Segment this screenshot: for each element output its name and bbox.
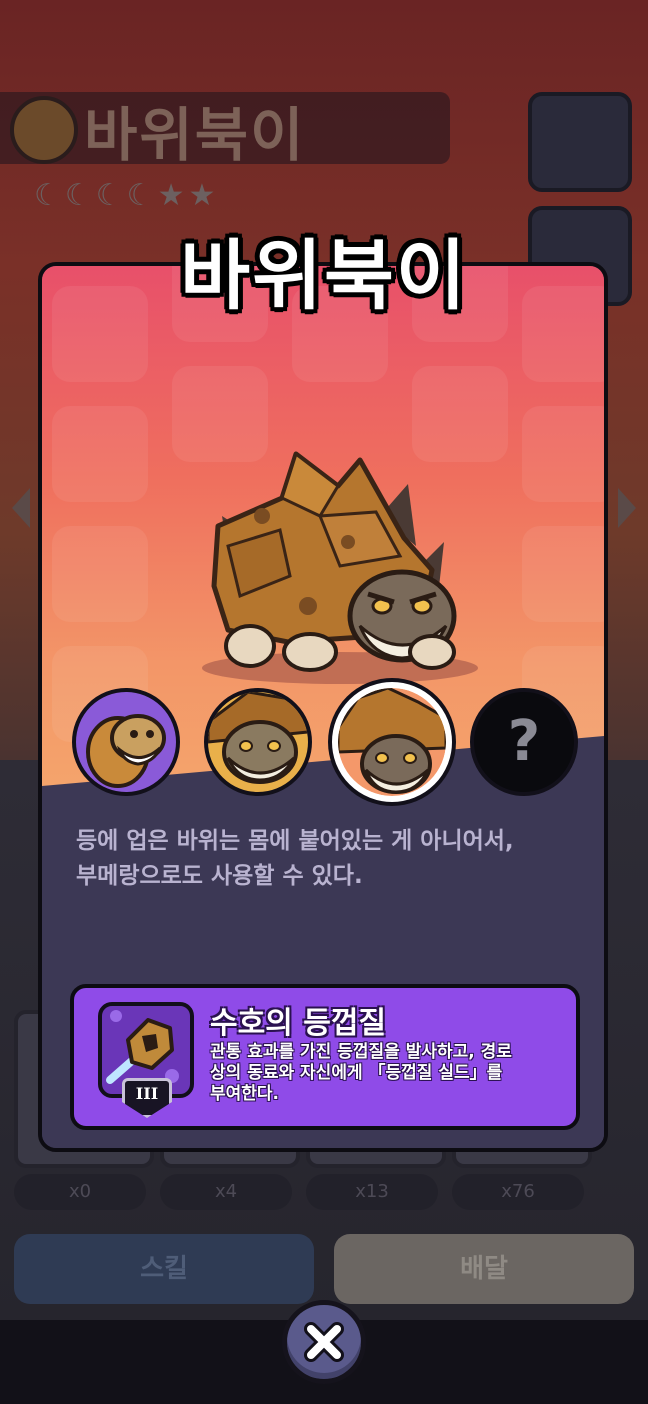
skill-name: 수호의 등껍질: [210, 1006, 387, 1041]
background-title-badge: [10, 96, 78, 164]
rock-turtle-portrait-icon: [338, 688, 446, 794]
background-skill-button: 스킬: [14, 1234, 314, 1304]
close-icon: [304, 1322, 344, 1362]
question-mark-icon: ?: [507, 709, 541, 774]
background-side-slot-1: [528, 92, 632, 192]
character-name-title: 바위북이: [180, 231, 468, 320]
young-turtle-portrait-icon: [208, 692, 308, 784]
skill-rank-badge: III: [122, 1078, 172, 1118]
background-title: 바위북이: [84, 101, 306, 169]
portrait-stage-1[interactable]: [72, 688, 180, 796]
background-star-rating: ☾☾☾☾★★: [34, 178, 220, 213]
skill-card[interactable]: III 수호의 등껍질 관통 효과를 가진 등껍질을 발사하고, 경로 상의 동…: [70, 984, 580, 1130]
skill-description-line: 관통 효과를 가진 등껍질을 발사하고, 경로: [210, 1042, 512, 1062]
description-line: 등에 업은 바위는 몸에 붙어있는 게 아니어서,: [76, 828, 514, 854]
background-count: x76: [452, 1174, 584, 1210]
chevron-right-icon: [618, 488, 636, 528]
background-deliver-button: 배달: [334, 1234, 634, 1304]
description-line: 부메랑으로도 사용할 수 있다.: [76, 863, 363, 889]
character-info-popup: ? 등에 업은 바위는 몸에 붙어있는 게 아니어서, 부메랑으로도 사용할 수…: [38, 262, 608, 1152]
background-count: x0: [14, 1174, 146, 1210]
chevron-left-icon: [12, 488, 30, 528]
close-button[interactable]: [282, 1300, 366, 1384]
background-count: x4: [160, 1174, 292, 1210]
background-count: x13: [306, 1174, 438, 1210]
portrait-locked[interactable]: ?: [470, 688, 578, 796]
rock-turtle-character: [202, 451, 478, 684]
character-description: 등에 업은 바위는 몸에 붙어있는 게 아니어서, 부메랑으로도 사용할 수 있…: [76, 824, 576, 894]
portrait-stage-3-selected[interactable]: [332, 682, 452, 802]
skill-description: 관통 효과를 가진 등껍질을 발사하고, 경로 상의 동료와 자신에게 「등껍질…: [210, 1042, 570, 1105]
skill-description-line: 상의 동료와 자신에게 「등껍질 실드」를: [210, 1063, 503, 1083]
baby-turtle-portrait-icon: [86, 714, 166, 788]
portrait-stage-2[interactable]: [204, 688, 312, 796]
skill-description-line: 부여한다.: [210, 1084, 280, 1104]
